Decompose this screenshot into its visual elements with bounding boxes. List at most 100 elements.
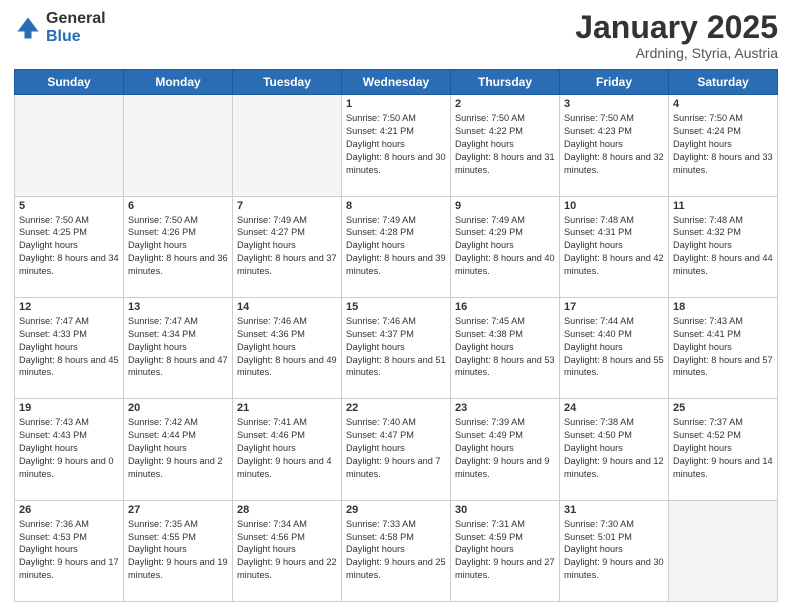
day-number: 20 [128,402,228,414]
location: Ardning, Styria, Austria [575,45,778,61]
cell-info: Sunrise: 7:33 AMSunset: 4:58 PMDaylight … [346,518,446,582]
calendar-cell [669,500,778,601]
cell-info: Sunrise: 7:49 AMSunset: 4:29 PMDaylight … [455,214,555,278]
calendar-cell: 24 Sunrise: 7:38 AMSunset: 4:50 PMDayligh… [560,399,669,500]
cell-info: Sunrise: 7:35 AMSunset: 4:55 PMDaylight … [128,518,228,582]
day-header-monday: Monday [124,70,233,95]
cell-info: Sunrise: 7:42 AMSunset: 4:44 PMDaylight … [128,416,228,480]
day-header-saturday: Saturday [669,70,778,95]
day-number: 10 [564,200,664,212]
calendar-cell: 19Sunrise: 7:43 AMSunset: 4:43 PMDayligh… [15,399,124,500]
day-number: 17 [564,301,664,313]
calendar-table: SundayMondayTuesdayWednesdayThursdayFrid… [14,69,778,602]
day-number: 18 [673,301,773,313]
calendar-cell [233,95,342,196]
day-number: 8 [346,200,446,212]
title-block: January 2025 Ardning, Styria, Austria [575,10,778,61]
day-number: 23 [455,402,555,414]
cell-info: Sunrise: 7:49 AMSunset: 4:27 PMDaylight … [237,214,337,278]
calendar-cell: 2Sunrise: 7:50 AMSunset: 4:22 PMDaylight… [451,95,560,196]
cell-info: Sunrise: 7:30 AMSunset: 5:01 PMDaylight … [564,518,664,582]
day-number: 21 [237,402,337,414]
week-row-3: 12 Sunrise: 7:47 AMSunset: 4:33 PMDayligh… [15,297,778,398]
calendar-cell: 20 Sunrise: 7:42 AMSunset: 4:44 PMDayligh… [124,399,233,500]
calendar-cell: 14Sunrise: 7:46 AMSunset: 4:36 PMDayligh… [233,297,342,398]
day-number: 3 [564,98,664,110]
calendar-cell [15,95,124,196]
day-number: 22 [346,402,446,414]
cell-info: Sunrise: 7:50 AMSunset: 4:25 PMDaylight … [19,214,119,278]
cell-info: Sunrise: 7:48 AMSunset: 4:31 PMDaylight … [564,214,664,278]
day-number: 11 [673,200,773,212]
day-number: 26 [19,504,119,516]
day-number: 30 [455,504,555,516]
cell-info: Sunrise: 7:34 AMSunset: 4:56 PMDaylight … [237,518,337,582]
calendar-cell: 26 Sunrise: 7:36 AMSunset: 4:53 PMDayligh… [15,500,124,601]
cell-info: Sunrise: 7:46 AMSunset: 4:37 PMDaylight … [346,315,446,379]
day-header-tuesday: Tuesday [233,70,342,95]
calendar-cell: 28 Sunrise: 7:34 AMSunset: 4:56 PMDayligh… [233,500,342,601]
cell-info: Sunrise: 7:50 AMSunset: 4:22 PMDaylight … [455,112,555,176]
cell-info: Sunrise: 7:47 AMSunset: 4:33 PMDaylight … [19,315,119,379]
day-header-sunday: Sunday [15,70,124,95]
cell-info: Sunrise: 7:38 AMSunset: 4:50 PMDaylight … [564,416,664,480]
day-number: 15 [346,301,446,313]
calendar-cell: 7 Sunrise: 7:49 AMSunset: 4:27 PMDaylight… [233,196,342,297]
calendar-cell: 29 Sunrise: 7:33 AMSunset: 4:58 PMDayligh… [342,500,451,601]
day-number: 6 [128,200,228,212]
day-number: 24 [564,402,664,414]
cell-info: Sunrise: 7:50 AMSunset: 4:21 PMDaylight … [346,112,446,176]
calendar-cell: 9Sunrise: 7:49 AMSunset: 4:29 PMDaylight… [451,196,560,297]
cell-info: Sunrise: 7:48 AMSunset: 4:32 PMDaylight … [673,214,773,278]
calendar-cell: 6 Sunrise: 7:50 AMSunset: 4:26 PMDaylight… [124,196,233,297]
day-number: 19 [19,402,119,414]
month-title: January 2025 [575,10,778,45]
day-number: 31 [564,504,664,516]
calendar-cell: 8 Sunrise: 7:49 AMSunset: 4:28 PMDaylight… [342,196,451,297]
calendar-cell: 3 Sunrise: 7:50 AMSunset: 4:23 PMDaylight… [560,95,669,196]
cell-info: Sunrise: 7:36 AMSunset: 4:53 PMDaylight … [19,518,119,582]
calendar-cell: 18 Sunrise: 7:43 AMSunset: 4:41 PMDayligh… [669,297,778,398]
day-number: 16 [455,301,555,313]
calendar-cell: 27Sunrise: 7:35 AMSunset: 4:55 PMDayligh… [124,500,233,601]
week-row-5: 26 Sunrise: 7:36 AMSunset: 4:53 PMDayligh… [15,500,778,601]
cell-info: Sunrise: 7:50 AMSunset: 4:26 PMDaylight … [128,214,228,278]
day-number: 12 [19,301,119,313]
calendar-cell: 25 Sunrise: 7:37 AMSunset: 4:52 PMDayligh… [669,399,778,500]
cell-info: Sunrise: 7:46 AMSunset: 4:36 PMDaylight … [237,315,337,379]
week-row-4: 19Sunrise: 7:43 AMSunset: 4:43 PMDayligh… [15,399,778,500]
day-header-row: SundayMondayTuesdayWednesdayThursdayFrid… [15,70,778,95]
logo-text: General Blue [46,10,106,45]
calendar-cell: 30Sunrise: 7:31 AMSunset: 4:59 PMDayligh… [451,500,560,601]
calendar-cell: 22Sunrise: 7:40 AMSunset: 4:47 PMDayligh… [342,399,451,500]
calendar-cell: 4Sunrise: 7:50 AMSunset: 4:24 PMDaylight… [669,95,778,196]
calendar-cell: 16 Sunrise: 7:45 AMSunset: 4:38 PMDayligh… [451,297,560,398]
logo-icon [14,14,42,42]
day-header-wednesday: Wednesday [342,70,451,95]
cell-info: Sunrise: 7:44 AMSunset: 4:40 PMDaylight … [564,315,664,379]
week-row-1: 1 Sunrise: 7:50 AMSunset: 4:21 PMDaylight… [15,95,778,196]
cell-info: Sunrise: 7:41 AMSunset: 4:46 PMDaylight … [237,416,337,480]
calendar-cell: 15 Sunrise: 7:46 AMSunset: 4:37 PMDayligh… [342,297,451,398]
day-header-friday: Friday [560,70,669,95]
day-number: 4 [673,98,773,110]
day-number: 29 [346,504,446,516]
calendar-cell: 21 Sunrise: 7:41 AMSunset: 4:46 PMDayligh… [233,399,342,500]
cell-info: Sunrise: 7:45 AMSunset: 4:38 PMDaylight … [455,315,555,379]
day-number: 25 [673,402,773,414]
logo: General Blue [14,10,106,45]
calendar-page: General Blue January 2025 Ardning, Styri… [0,0,792,612]
cell-info: Sunrise: 7:50 AMSunset: 4:23 PMDaylight … [564,112,664,176]
day-number: 1 [346,98,446,110]
day-number: 7 [237,200,337,212]
cell-info: Sunrise: 7:43 AMSunset: 4:41 PMDaylight … [673,315,773,379]
cell-info: Sunrise: 7:37 AMSunset: 4:52 PMDaylight … [673,416,773,480]
logo-blue-text: Blue [46,28,106,46]
calendar-cell: 11 Sunrise: 7:48 AMSunset: 4:32 PMDayligh… [669,196,778,297]
calendar-cell: 23Sunrise: 7:39 AMSunset: 4:49 PMDayligh… [451,399,560,500]
calendar-cell: 13Sunrise: 7:47 AMSunset: 4:34 PMDayligh… [124,297,233,398]
day-number: 5 [19,200,119,212]
day-number: 28 [237,504,337,516]
cell-info: Sunrise: 7:49 AMSunset: 4:28 PMDaylight … [346,214,446,278]
logo-general-text: General [46,10,106,28]
